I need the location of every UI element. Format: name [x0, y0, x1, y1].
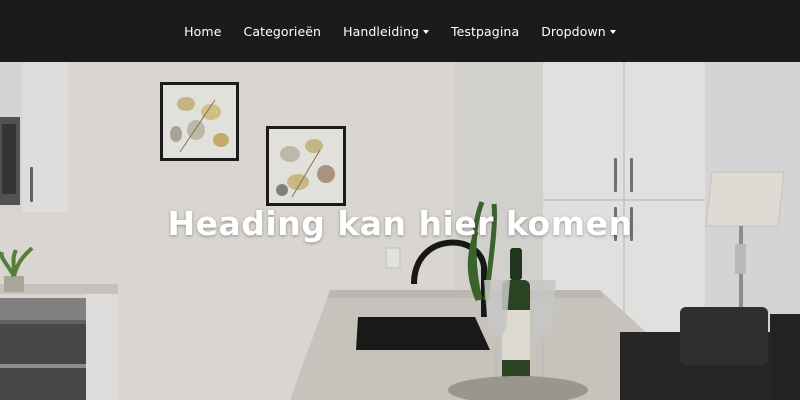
- nav-item-label: Handleiding: [343, 23, 419, 39]
- hero-banner: Heading kan hier komen: [0, 62, 800, 400]
- nav-item-testpagina[interactable]: Testpagina: [440, 24, 530, 39]
- nav-item-label: Home: [184, 23, 222, 39]
- nav-item-label: Dropdown: [541, 23, 606, 39]
- nav-item-label: Categorieën: [243, 23, 322, 39]
- nav-item-label: Testpagina: [451, 23, 520, 39]
- hero-heading: Heading kan hier komen: [167, 204, 633, 243]
- nav-item-dropdown[interactable]: Dropdown: [530, 24, 627, 39]
- caret-down-icon: [423, 29, 429, 34]
- nav-item-categorieen[interactable]: Categorieën: [233, 24, 333, 39]
- top-navbar: Home Categorieën Handleiding Testpagina …: [0, 0, 800, 62]
- caret-down-icon: [609, 29, 616, 34]
- nav-menu: Home Categorieën Handleiding Testpagina …: [173, 24, 627, 39]
- nav-item-home[interactable]: Home: [173, 24, 232, 39]
- nav-item-handleiding[interactable]: Handleiding: [332, 24, 440, 39]
